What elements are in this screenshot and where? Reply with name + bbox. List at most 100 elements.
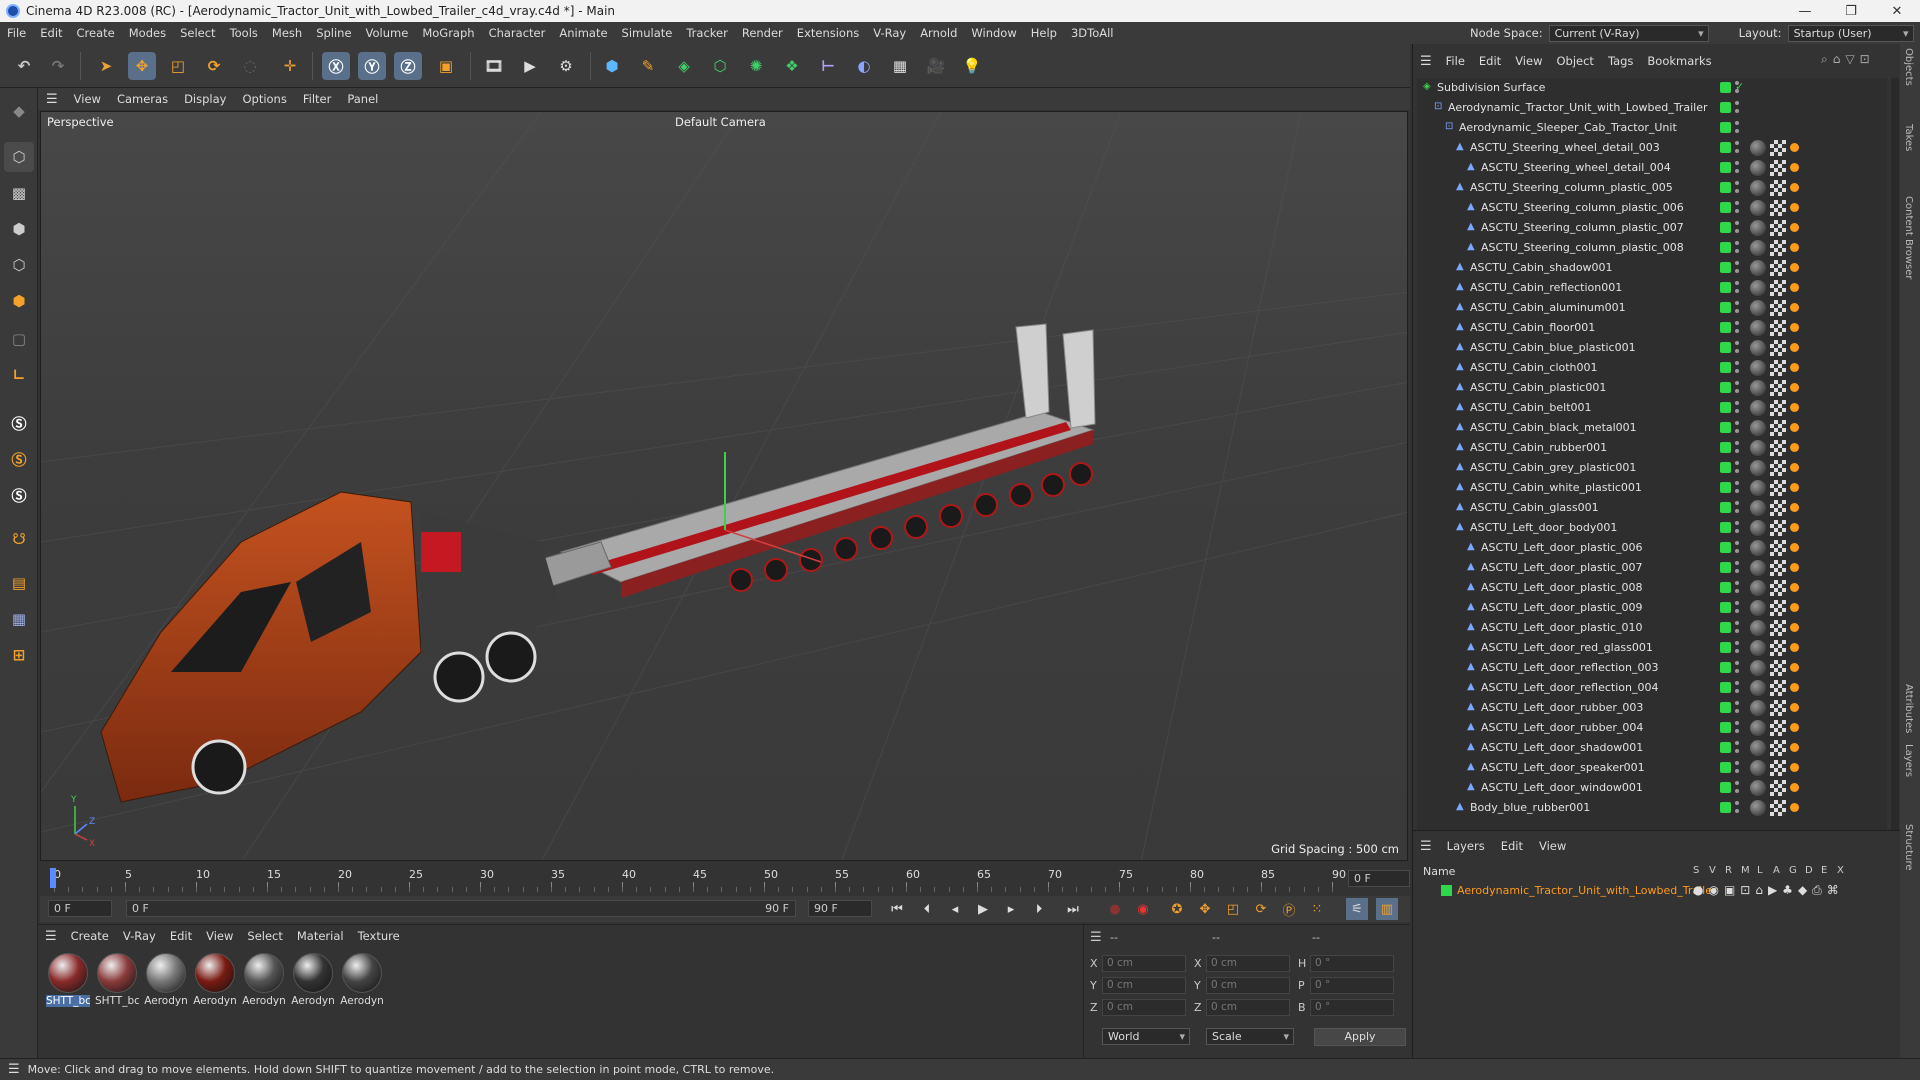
object-row[interactable]: ▲ ASCTU_Cabin_aluminum001 xyxy=(1417,298,1887,318)
material-tag-icon[interactable] xyxy=(1750,180,1766,196)
lock-workplane-icon[interactable]: ⊞ xyxy=(4,640,34,670)
material-preview[interactable] xyxy=(195,953,235,993)
visibility-layer-swatch[interactable] xyxy=(1720,102,1731,113)
pen-spline-icon[interactable]: ✎ xyxy=(634,52,662,80)
material-tag-icon[interactable] xyxy=(1750,680,1766,696)
visibility-layer-swatch[interactable] xyxy=(1720,122,1731,133)
menu-spline[interactable]: Spline xyxy=(309,22,358,44)
side-tab-content-browser[interactable]: Content Browser xyxy=(1903,196,1914,279)
menu-tools[interactable]: Tools xyxy=(223,22,265,44)
material-tag-icon[interactable] xyxy=(1750,560,1766,576)
object-row[interactable]: ▲ ASCTU_Left_door_plastic_007 xyxy=(1417,558,1887,578)
material-tag-icon[interactable] xyxy=(1750,700,1766,716)
object-menu-edit[interactable]: Edit xyxy=(1472,54,1508,68)
select-tool-icon[interactable]: ➤ xyxy=(92,52,120,80)
material-tag-icon[interactable] xyxy=(1750,140,1766,156)
node-space-dropdown[interactable]: Current (V-Ray) xyxy=(1548,24,1709,42)
make-editable-icon[interactable]: ◆ xyxy=(4,96,34,126)
visibility-layer-swatch[interactable] xyxy=(1720,182,1731,193)
vray-tag-icon[interactable] xyxy=(1790,323,1799,332)
material-tag-icon[interactable] xyxy=(1750,620,1766,636)
material-preview[interactable] xyxy=(146,953,186,993)
object-name[interactable]: ASCTU_Cabin_plastic001 xyxy=(1470,381,1606,394)
vray-tag-icon[interactable] xyxy=(1790,703,1799,712)
object-name[interactable]: ASCTU_Left_door_speaker001 xyxy=(1481,761,1645,774)
object-name[interactable]: ASCTU_Cabin_grey_plastic001 xyxy=(1470,461,1636,474)
render-visibility-dot[interactable] xyxy=(1735,769,1739,773)
material-tag-icon[interactable] xyxy=(1750,220,1766,236)
object-row[interactable]: ▲ ASCTU_Cabin_shadow001 xyxy=(1417,258,1887,278)
editor-visibility-dot[interactable] xyxy=(1735,201,1739,205)
object-name[interactable]: ASCTU_Left_door_rubber_003 xyxy=(1481,701,1643,714)
key-pla-icon[interactable]: ⁙ xyxy=(1306,898,1328,920)
visibility-layer-swatch[interactable] xyxy=(1720,742,1731,753)
editor-visibility-dot[interactable] xyxy=(1735,381,1739,385)
object-row[interactable]: ▲ ASCTU_Left_door_plastic_009 xyxy=(1417,598,1887,618)
visibility-layer-swatch[interactable] xyxy=(1720,322,1731,333)
render-visibility-dot[interactable] xyxy=(1735,429,1739,433)
visibility-layer-swatch[interactable] xyxy=(1720,582,1731,593)
render-visibility-dot[interactable] xyxy=(1735,329,1739,333)
object-name[interactable]: ASCTU_Cabin_belt001 xyxy=(1470,401,1592,414)
material-swatch[interactable]: SHTT_bc xyxy=(46,951,90,1009)
vray-tag-icon[interactable] xyxy=(1790,723,1799,732)
minimize-icon[interactable]: — xyxy=(1782,0,1828,22)
start-frame-field[interactable]: 0 F xyxy=(48,900,112,917)
render-visibility-dot[interactable] xyxy=(1735,369,1739,373)
visibility-layer-swatch[interactable] xyxy=(1720,542,1731,553)
menu-simulate[interactable]: Simulate xyxy=(615,22,680,44)
uvw-tag-icon[interactable] xyxy=(1770,640,1786,656)
visibility-layer-swatch[interactable] xyxy=(1720,602,1731,613)
visibility-layer-swatch[interactable] xyxy=(1720,702,1731,713)
visibility-layer-swatch[interactable] xyxy=(1720,762,1731,773)
uvw-tag-icon[interactable] xyxy=(1770,800,1786,816)
editor-visibility-dot[interactable] xyxy=(1735,441,1739,445)
visibility-layer-swatch[interactable] xyxy=(1720,442,1731,453)
editor-visibility-dot[interactable] xyxy=(1735,221,1739,225)
visibility-layer-swatch[interactable] xyxy=(1720,382,1731,393)
object-name[interactable]: ASCTU_Cabin_blue_plastic001 xyxy=(1470,341,1636,354)
key-param-icon[interactable]: Ⓟ xyxy=(1278,898,1300,920)
live-select-icon[interactable]: ◌ xyxy=(236,52,264,80)
editor-visibility-dot[interactable] xyxy=(1735,361,1739,365)
object-row[interactable]: ▲ ASCTU_Steering_column_plastic_006 xyxy=(1417,198,1887,218)
uvw-tag-icon[interactable] xyxy=(1770,460,1786,476)
vray-tag-icon[interactable] xyxy=(1790,503,1799,512)
uvw-tag-icon[interactable] xyxy=(1770,180,1786,196)
object-name[interactable]: ASCTU_Cabin_aluminum001 xyxy=(1470,301,1626,314)
object-row[interactable]: ▲ ASCTU_Left_door_window001 xyxy=(1417,778,1887,798)
material-swatch[interactable]: Aerodyn xyxy=(193,951,237,1009)
uvw-tag-icon[interactable] xyxy=(1770,560,1786,576)
material-tag-icon[interactable] xyxy=(1750,480,1766,496)
object-row[interactable]: ▲ ASCTU_Cabin_white_plastic001 xyxy=(1417,478,1887,498)
render-visibility-dot[interactable] xyxy=(1735,209,1739,213)
keyframe-selection-icon[interactable]: ✪ xyxy=(1166,898,1188,920)
editor-visibility-dot[interactable] xyxy=(1735,601,1739,605)
bend-deformer-icon[interactable]: ⊢ xyxy=(814,52,842,80)
timeline-scheme-icon[interactable]: ⚟ xyxy=(1346,898,1368,920)
uvw-tag-icon[interactable] xyxy=(1770,720,1786,736)
render-visibility-dot[interactable] xyxy=(1735,609,1739,613)
render-visibility-dot[interactable] xyxy=(1735,649,1739,653)
vray-tag-icon[interactable] xyxy=(1790,583,1799,592)
uvw-tag-icon[interactable] xyxy=(1770,420,1786,436)
vray-tag-icon[interactable] xyxy=(1790,423,1799,432)
menu-vray[interactable]: V-Ray xyxy=(866,22,913,44)
object-row[interactable]: ▲ ASCTU_Cabin_rubber001 xyxy=(1417,438,1887,458)
visibility-layer-swatch[interactable] xyxy=(1720,402,1731,413)
go-to-start-icon[interactable]: ⏮ xyxy=(886,898,908,920)
render-picture-viewer-icon[interactable]: ▶ xyxy=(516,52,544,80)
editor-visibility-dot[interactable] xyxy=(1735,141,1739,145)
render-visibility-dot[interactable] xyxy=(1735,349,1739,353)
material-tag-icon[interactable] xyxy=(1750,720,1766,736)
next-frame-icon[interactable]: ▸ xyxy=(1000,898,1022,920)
editor-visibility-dot[interactable] xyxy=(1735,741,1739,745)
editor-visibility-dot[interactable] xyxy=(1735,121,1739,125)
viewport-camera-label[interactable]: Default Camera xyxy=(675,115,766,129)
status-hamburger-icon[interactable]: ☰ xyxy=(0,1062,28,1077)
viewport-menu-cameras[interactable]: Cameras xyxy=(109,92,176,106)
magnet-tool-icon[interactable]: ☋ xyxy=(4,524,34,554)
material-tag-icon[interactable] xyxy=(1750,360,1766,376)
render-visibility-dot[interactable] xyxy=(1735,229,1739,233)
object-name[interactable]: ASCTU_Left_door_plastic_008 xyxy=(1481,581,1643,594)
